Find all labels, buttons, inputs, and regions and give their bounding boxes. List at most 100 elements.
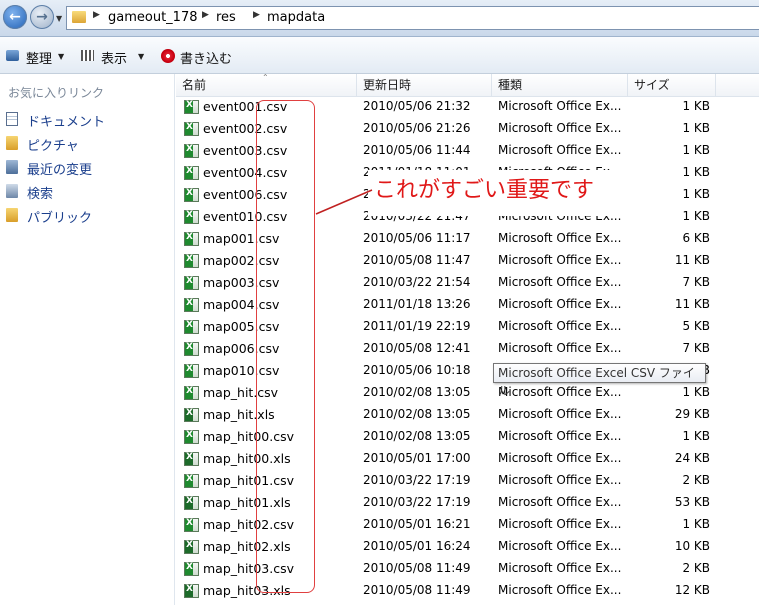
- column-header-size[interactable]: サイズ: [628, 74, 716, 96]
- file-name: map001.csv: [203, 231, 280, 246]
- nav-item-label: パブリック: [27, 211, 93, 226]
- file-row[interactable]: map_hit03.xls 2010/05/08 11:49 Microsoft O…: [176, 580, 759, 602]
- file-size: 11 KB: [674, 297, 710, 311]
- file-date: 2010/05/08 11:49: [363, 583, 471, 597]
- breadcrumb-mapdata[interactable]: mapdata: [267, 10, 325, 25]
- file-row[interactable]: map002.csv 2010/05/08 11:47 Microsoft Offi…: [176, 250, 759, 272]
- file-type: Microsoft Office Ex...: [498, 319, 622, 333]
- breadcrumb-chevron-icon[interactable]: ▶: [253, 10, 260, 20]
- file-size: 1 KB: [682, 143, 710, 157]
- back-arrow-icon: ←: [9, 9, 21, 25]
- file-name: map004.csv: [203, 297, 280, 312]
- file-type: Microsoft Office Ex...: [498, 429, 622, 443]
- excel-xls-file-icon: [184, 408, 199, 422]
- sort-ascending-icon: ⌃: [262, 73, 269, 82]
- file-row[interactable]: map001.csv 2010/05/06 11:17 Microsoft Offi…: [176, 228, 759, 250]
- file-date: 2010/05/08 11:49: [363, 561, 471, 575]
- column-headers: ⌃ 名前 更新日時 種類 サイズ: [176, 73, 759, 97]
- navigation-pane: お気に入りリンク ドキュメント ピクチャ 最近の変更 検索 パブリック: [0, 74, 175, 605]
- file-name: map006.csv: [203, 341, 280, 356]
- file-type: Microsoft Office Ex...: [498, 99, 622, 113]
- excel-csv-file-icon: [184, 210, 199, 224]
- nav-item-public[interactable]: パブリック: [0, 205, 174, 226]
- file-size: 1 KB: [682, 121, 710, 135]
- nav-item-recent[interactable]: 最近の変更: [0, 157, 174, 178]
- nav-item-label: 検索: [27, 187, 54, 202]
- file-row[interactable]: event001.csv 2010/05/06 21:32 Microsoft Of…: [176, 96, 759, 118]
- forward-button[interactable]: →: [30, 5, 54, 29]
- organize-dropdown-icon[interactable]: ▼: [58, 52, 64, 61]
- excel-csv-file-icon: [184, 100, 199, 114]
- column-header-date[interactable]: 更新日時: [357, 74, 492, 96]
- file-row[interactable]: map_hit01.xls 2010/03/22 17:19 Microsoft O…: [176, 492, 759, 514]
- column-header-label: 名前: [182, 78, 207, 92]
- file-row[interactable]: map005.csv 2011/01/19 22:19 Microsoft Offi…: [176, 316, 759, 338]
- file-type: Microsoft Office Ex...: [498, 561, 622, 575]
- column-header-type[interactable]: 種類: [492, 74, 628, 96]
- file-type: Microsoft Office Ex...: [498, 341, 622, 355]
- file-name: event010.csv: [203, 209, 288, 224]
- nav-item-pictures[interactable]: ピクチャ: [0, 133, 174, 154]
- file-type: Microsoft Office Ex...: [498, 451, 622, 465]
- nav-item-documents[interactable]: ドキュメント: [0, 109, 174, 130]
- breadcrumb-chevron-icon[interactable]: ▶: [202, 10, 209, 20]
- file-row[interactable]: event003.csv 2010/05/06 11:44 Microsoft Of…: [176, 140, 759, 162]
- file-row[interactable]: map_hit00.csv 2010/02/08 13:05 Microsoft O…: [176, 426, 759, 448]
- organize-button[interactable]: 整理: [26, 48, 52, 67]
- address-field[interactable]: ▶ gameout_178 ▶ res ▶ mapdata: [66, 6, 759, 30]
- column-header-name[interactable]: ⌃ 名前: [176, 73, 357, 96]
- file-type: Microsoft Office Ex...: [498, 517, 622, 531]
- file-size: 53 KB: [674, 495, 710, 509]
- nav-item-label: 最近の変更: [27, 163, 93, 178]
- file-name: map002.csv: [203, 253, 280, 268]
- file-name: map_hit00.xls: [203, 451, 291, 466]
- file-size: 1 KB: [682, 385, 710, 399]
- file-type: Microsoft Office Ex...: [498, 143, 622, 157]
- file-name: map_hit.csv: [203, 385, 279, 400]
- file-date: 2010/05/06 21:32: [363, 99, 471, 113]
- file-size: 12 KB: [674, 583, 710, 597]
- back-button[interactable]: ←: [3, 5, 27, 29]
- file-name: map_hit02.csv: [203, 517, 294, 532]
- file-row[interactable]: event002.csv 2010/05/06 21:26 Microsoft Of…: [176, 118, 759, 140]
- file-size: 2 KB: [682, 473, 710, 487]
- breadcrumb-res[interactable]: res: [216, 10, 236, 25]
- file-size: 7 KB: [682, 275, 710, 289]
- file-row[interactable]: map003.csv 2010/03/22 21:54 Microsoft Offi…: [176, 272, 759, 294]
- excel-xls-file-icon: [184, 452, 199, 466]
- column-header-label: 更新日時: [363, 78, 412, 92]
- file-date: 2010/05/01 16:24: [363, 539, 471, 553]
- breadcrumb-chevron-icon[interactable]: ▶: [93, 10, 100, 20]
- file-name: map005.csv: [203, 319, 280, 334]
- excel-csv-file-icon: [184, 386, 199, 400]
- file-size: 11 KB: [674, 253, 710, 267]
- breadcrumb-gameout[interactable]: gameout_178: [108, 10, 197, 25]
- nav-item-search[interactable]: 検索: [0, 181, 174, 202]
- file-row[interactable]: map_hit00.xls 2010/05/01 17:00 Microsoft O…: [176, 448, 759, 470]
- file-date: 2010/05/01 16:21: [363, 517, 471, 531]
- file-row[interactable]: map_hit02.csv 2010/05/01 16:21 Microsoft O…: [176, 514, 759, 536]
- excel-csv-file-icon: [184, 122, 199, 136]
- excel-xls-file-icon: [184, 584, 199, 598]
- file-row[interactable]: map006.csv 2010/05/08 12:41 Microsoft Offi…: [176, 338, 759, 360]
- file-date: 2010/05/06 21:26: [363, 121, 471, 135]
- file-type: Microsoft Office Ex...: [498, 275, 622, 289]
- view-dropdown-icon[interactable]: ▼: [138, 52, 144, 61]
- history-dropdown-icon[interactable]: ▼: [56, 14, 62, 23]
- file-row[interactable]: map_hit03.csv 2010/05/08 11:49 Microsoft O…: [176, 558, 759, 580]
- file-type: Microsoft Office Ex...: [498, 407, 622, 421]
- file-name: map_hit01.csv: [203, 473, 294, 488]
- file-row[interactable]: map004.csv 2011/01/18 13:26 Microsoft Offi…: [176, 294, 759, 316]
- view-button[interactable]: 表示: [101, 48, 127, 67]
- file-row[interactable]: map_hit01.csv 2010/03/22 17:19 Microsoft O…: [176, 470, 759, 492]
- file-size: 29 KB: [674, 407, 710, 421]
- file-name: event001.csv: [203, 99, 288, 114]
- file-row[interactable]: map_hit02.xls 2010/05/01 16:24 Microsoft O…: [176, 536, 759, 558]
- file-name: map_hit03.xls: [203, 583, 291, 598]
- file-row[interactable]: map_hit.xls 2010/02/08 13:05 Microsoft Off…: [176, 404, 759, 426]
- burn-button[interactable]: 書き込む: [180, 48, 232, 67]
- file-name: map010.csv: [203, 363, 280, 378]
- file-row[interactable]: map_hit.csv 2010/02/08 13:05 Microsoft Off…: [176, 382, 759, 404]
- file-date: 2010/05/06 11:17: [363, 231, 471, 245]
- excel-csv-file-icon: [184, 276, 199, 290]
